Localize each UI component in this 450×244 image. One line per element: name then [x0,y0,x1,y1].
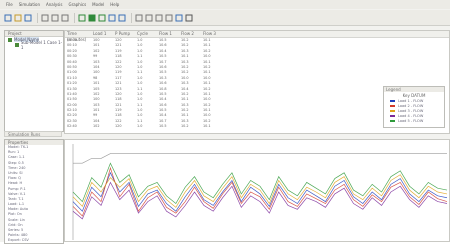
copy-icon [51,14,59,21]
table-cell: 10.5 [159,124,167,129]
folder-icon [8,37,12,42]
open-button[interactable] [14,14,22,22]
menu-item-simulation[interactable]: Simulation [19,2,40,7]
legend-swatch [390,119,395,122]
table-cell: 120 [115,124,122,129]
select-icon [165,14,173,21]
hand-button[interactable] [135,14,143,22]
zoom-in-button[interactable] [108,14,116,22]
column-header[interactable]: Time (minutes) [65,31,91,42]
legend-item: Load 5 - FLOW [384,118,444,123]
copy-button[interactable] [51,14,59,22]
graph-panel[interactable] [64,139,450,242]
tree-node[interactable]: Sub-Model 1 Case 1-1 [5,39,63,50]
chart-icon [98,14,106,21]
hand-icon [135,14,143,21]
open-icon [14,14,22,21]
menu-bar: File Simulation Analysis Graphics Model Help [0,0,450,9]
legend-label: Load 3 - FLOW [398,108,424,113]
legend-header: Legend [384,87,444,92]
table-cell: 1.0 [137,124,143,129]
table-cell: 102 [93,124,100,129]
tree-node-label: Sub-Model 1 Case 1-1 [20,39,63,50]
save-icon [24,14,32,21]
cut-icon [41,14,49,21]
column-header[interactable]: Flow 3 [201,31,223,37]
pointer-icon [145,14,153,21]
properties-panel[interactable]: Properties Model: TK-1 Run: 1 Case: 1-1 Ste… [4,139,64,244]
toolbar-separator [37,12,38,23]
app-window: File Simulation Analysis Graphics Model Help … [0,0,450,244]
save-button[interactable] [24,14,32,22]
property-row: Export: CSV [8,238,29,243]
legend-label: Load 2 - FLOW [398,103,424,108]
table-cell: 10.2 [181,124,189,129]
print-button[interactable] [185,14,193,22]
legend-label: Load 1 - FLOW [398,98,424,103]
run-icon [78,14,86,21]
menu-item-analysis[interactable]: Analysis [46,2,62,7]
legend-label: Load 4 - FLOW [398,113,424,118]
new-button[interactable] [4,14,12,22]
menu-item-help[interactable]: Help [110,2,119,7]
series-line-4 [72,181,448,220]
toolbar-separator [74,12,75,23]
column-header[interactable]: P Pump [113,31,135,37]
legend-window[interactable]: Legend Key DATUM Load 1 - FLOW Load 2 - F… [383,86,445,128]
series-line-3 [72,174,448,208]
print-icon [185,14,193,21]
column-header[interactable]: Cycle [135,31,157,37]
refresh-button[interactable] [175,14,183,22]
zoom-in-icon [108,14,116,21]
paste-button[interactable] [61,14,69,22]
pointer-button[interactable] [145,14,153,22]
line-icon [155,14,163,21]
legend-swatch [390,109,395,112]
toolbar-separator [131,12,132,23]
legend-swatch [390,99,395,102]
line-chart [72,144,448,240]
column-header[interactable]: Load 1 [91,31,113,37]
column-header[interactable]: Flow 2 [179,31,201,37]
series-line-6 [73,153,447,164]
table-header: Time (minutes) Load 1P Pump Cycle Flow 1 Flo… [65,31,449,42]
line-button[interactable] [155,14,163,22]
table-cell: 10.1 [203,124,211,129]
new-icon [4,14,12,21]
paste-icon [61,14,69,21]
menu-item-model[interactable]: Model [92,2,104,7]
run-button[interactable] [78,14,86,22]
table-cell: 02:40 [67,124,77,129]
refresh-icon [175,14,183,21]
cut-button[interactable] [41,14,49,22]
select-button[interactable] [165,14,173,22]
chart-button[interactable] [98,14,106,22]
zoom-out-button[interactable] [118,14,126,22]
project-tree[interactable]: Project Model Name Sub-Model 1 Case 1-1 [4,30,64,132]
legend-label: Load 5 - FLOW [398,118,424,123]
tab-simulation-runs[interactable]: Simulation Runs [4,131,62,137]
column-header[interactable]: Flow 1 [157,31,179,37]
menu-item-file[interactable]: File [6,2,13,7]
folder-icon [15,42,19,47]
menu-item-graphics[interactable]: Graphics [69,2,87,7]
legend-swatch [390,114,395,117]
legend-swatch [390,104,395,107]
toolbar [0,10,450,26]
zoom-out-icon [118,14,126,21]
table-button[interactable] [88,14,96,22]
table-icon [88,14,96,21]
